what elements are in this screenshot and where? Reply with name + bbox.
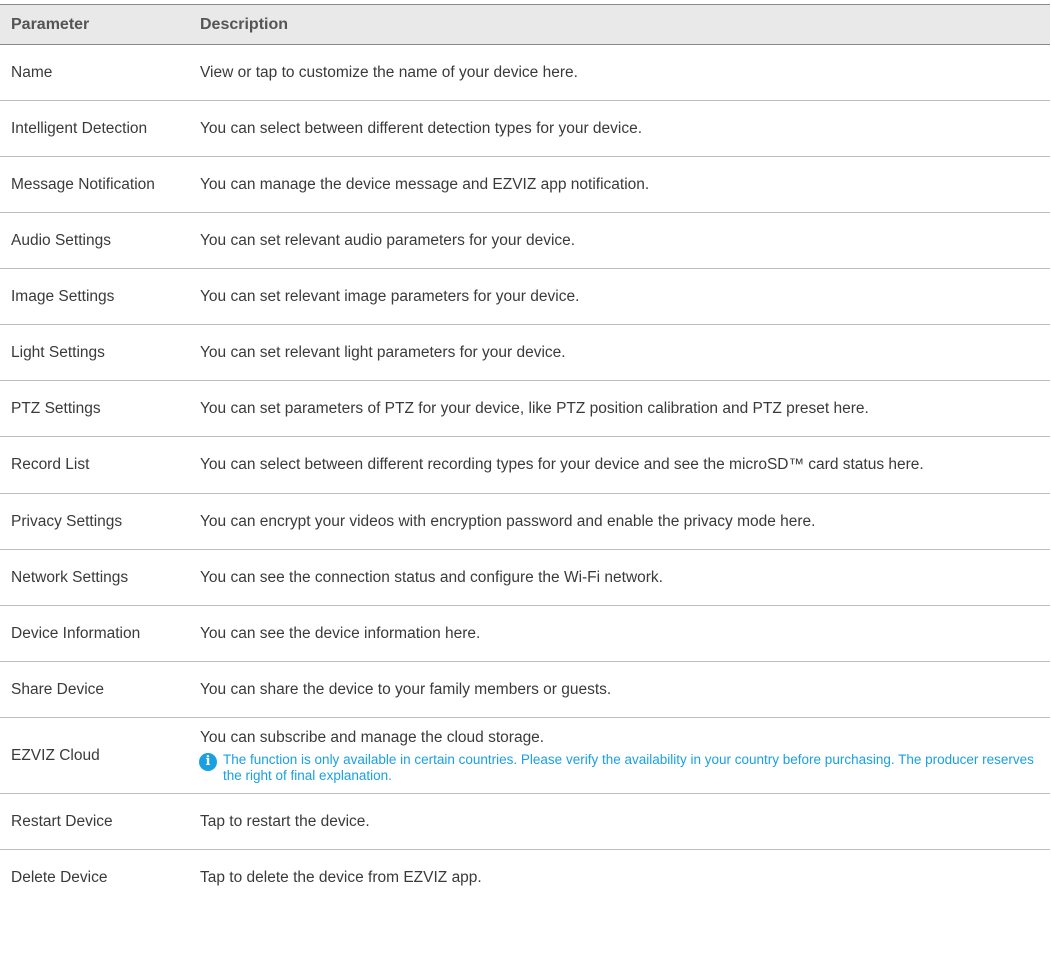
row-parameter: Device Information [11,624,141,642]
table-row: Message Notification You can manage the … [0,157,1050,213]
row-parameter: EZVIZ Cloud [11,746,100,764]
row-description: You can set parameters of PTZ for your d… [200,399,869,417]
table-row: Share Device You can share the device to… [0,662,1050,718]
row-description: You can set relevant image parameters fo… [200,287,580,305]
row-description: You can subscribe and manage the cloud s… [200,728,545,746]
row-description: You can manage the device message and EZ… [200,175,650,193]
table-row: Delete Device Tap to delete the device f… [0,850,1050,906]
table-row: Device Information You can see the devic… [0,606,1050,662]
row-description: You can share the device to your family … [200,680,612,698]
table-row: Restart Device Tap to restart the device… [0,794,1050,850]
row-description: Tap to delete the device from EZVIZ app. [200,869,482,886]
table-header: Parameter Description [0,4,1050,45]
table-row: Intelligent Detection You can select bet… [0,101,1050,157]
row-parameter: Message Notification [11,175,155,193]
row-parameter: Privacy Settings [11,512,123,530]
note-text: The function is only available in certai… [223,751,1034,783]
row-parameter: Image Settings [11,287,115,305]
row-description: You can set relevant audio parameters fo… [200,231,576,249]
parameter-table: Parameter Description Name View or tap t… [0,4,1050,906]
row-description: You can encrypt your videos with encrypt… [200,512,816,530]
row-parameter: Restart Device [11,812,113,830]
table-row: Record List You can select between diffe… [0,437,1050,494]
table-row: Network Settings You can see the connect… [0,550,1050,606]
row-parameter: Delete Device [11,869,108,886]
row-description: You can set relevant light parameters fo… [200,343,566,361]
row-description: You can select between different detecti… [200,119,643,137]
table-row: EZVIZ Cloud You can subscribe and manage… [0,718,1050,794]
row-parameter: Record List [11,456,90,473]
row-description-cell: You can subscribe and manage the cloud s… [199,728,1050,784]
header-description: Description [200,15,289,33]
table-row: PTZ Settings You can set parameters of P… [0,381,1050,437]
availability-note: i The function is only available in cert… [199,751,1040,784]
table-row: Name View or tap to customize the name o… [0,45,1050,101]
table-row: Light Settings You can set relevant ligh… [0,325,1050,381]
row-parameter: PTZ Settings [11,399,101,417]
row-parameter: Network Settings [11,568,129,586]
row-parameter: Share Device [11,680,105,698]
header-parameter: Parameter [11,15,90,33]
row-parameter: Audio Settings [11,231,111,249]
row-description: View or tap to customize the name of you… [200,63,578,81]
row-description: You can see the device information here. [200,624,481,642]
row-parameter: Light Settings [11,343,105,361]
table-row: Audio Settings You can set relevant audi… [0,213,1050,269]
row-description: You can see the connection status and co… [200,568,663,586]
row-parameter: Name [11,63,53,81]
row-description: You can select between different recordi… [200,456,924,473]
info-icon: i [199,752,217,771]
row-description: Tap to restart the device. [200,812,370,830]
table-row: Image Settings You can set relevant imag… [0,269,1050,325]
table-row: Privacy Settings You can encrypt your vi… [0,494,1050,550]
row-parameter: Intelligent Detection [11,119,148,137]
